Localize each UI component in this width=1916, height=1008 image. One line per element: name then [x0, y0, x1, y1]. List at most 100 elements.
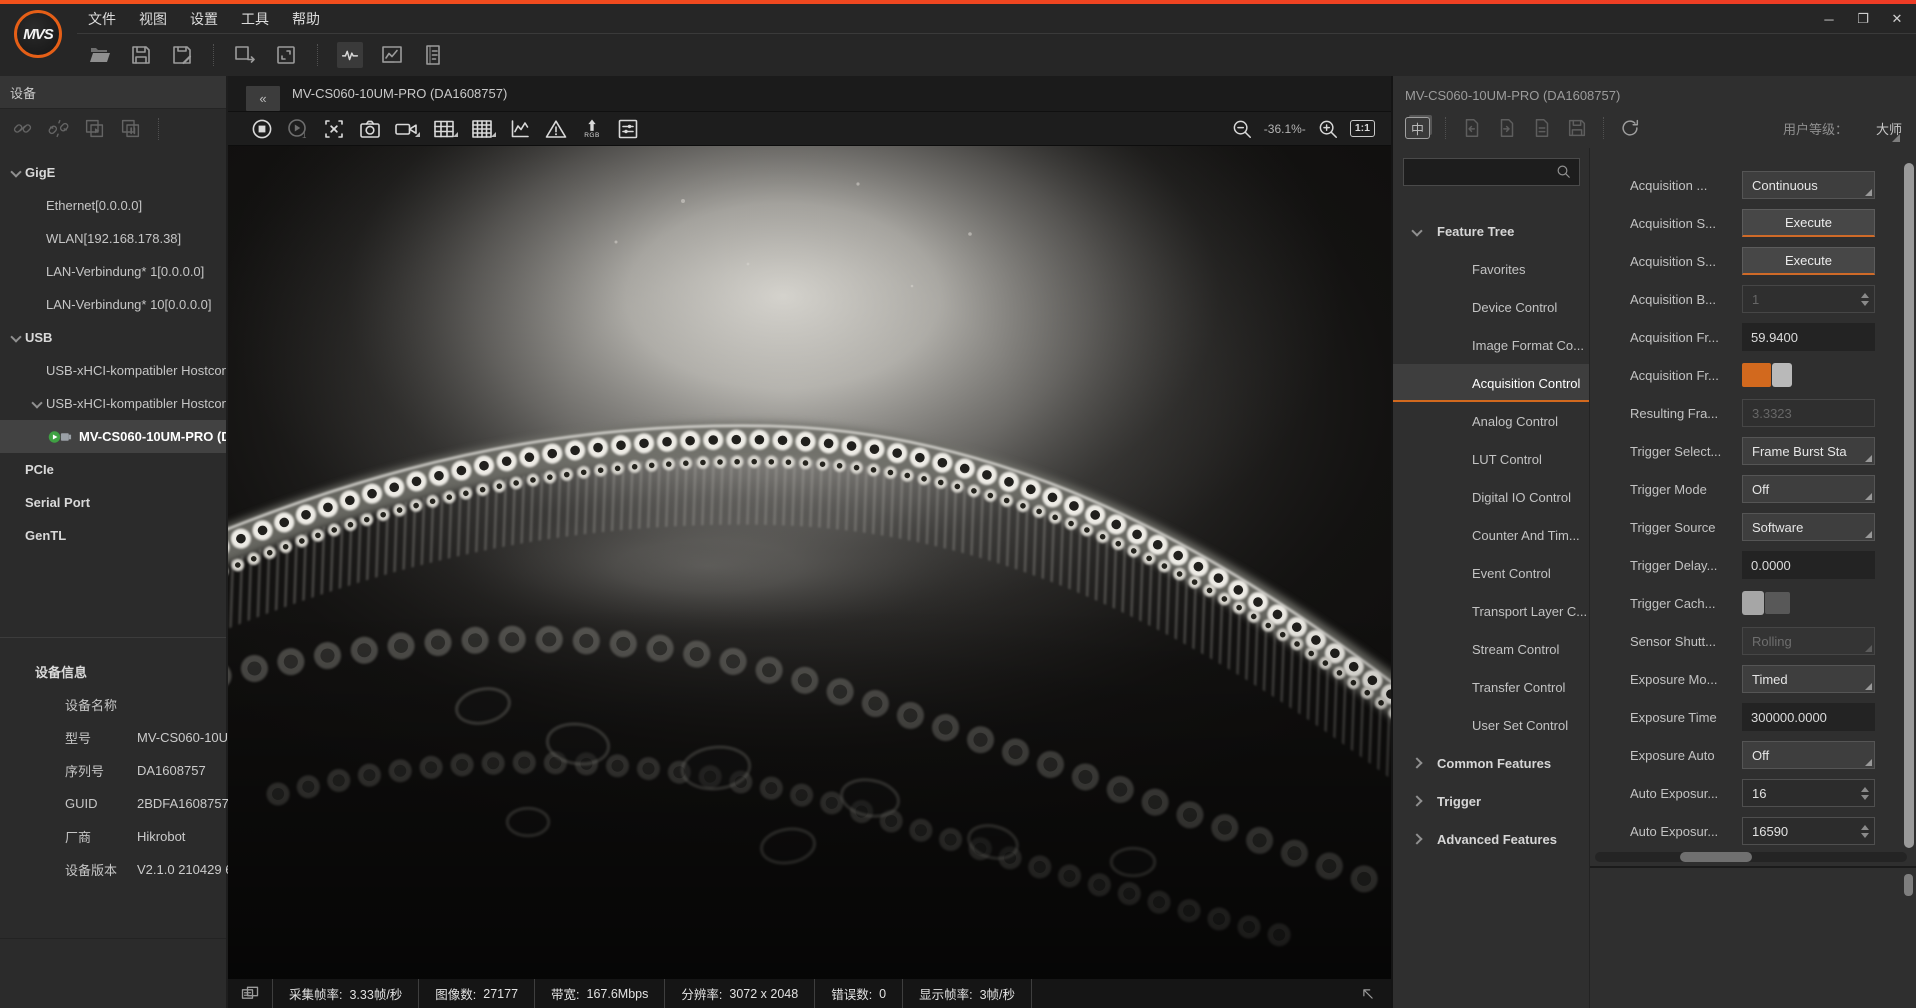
zoom-out-icon[interactable]	[1231, 118, 1253, 140]
feature-tree-row[interactable]: Stream Control	[1393, 630, 1589, 668]
start-all-acquisition-icon[interactable]	[84, 118, 105, 139]
close-button[interactable]: ✕	[1880, 4, 1914, 34]
device-tree-row[interactable]: GigE	[0, 156, 226, 189]
feature-tree-row[interactable]: Counter And Tim...	[1393, 516, 1589, 554]
collapse-sidebar-button[interactable]: «	[246, 86, 280, 111]
chevron-icon[interactable]	[10, 332, 25, 343]
histogram-button[interactable]	[508, 117, 532, 141]
restore-button[interactable]: ❐	[1846, 4, 1880, 34]
feature-tree-row[interactable]: Favorites	[1393, 250, 1589, 288]
start-once-button[interactable]: 1	[286, 117, 310, 141]
grid-overlay-button[interactable]	[432, 117, 458, 141]
property-select[interactable]: Frame Burst Sta	[1742, 437, 1875, 465]
crosshair-grid-button[interactable]	[470, 117, 496, 141]
description-scrollbar[interactable]	[1904, 874, 1913, 896]
rgb-histogram-button[interactable]: RGB	[580, 118, 604, 140]
device-tree-row[interactable]: USB-xHCI-kompatibler Hostcont...	[0, 387, 226, 420]
property-toggle[interactable]	[1742, 591, 1794, 615]
device-info-header[interactable]: 设备信息	[0, 655, 226, 688]
chevron-icon[interactable]	[10, 530, 25, 541]
property-toggle[interactable]	[1742, 363, 1794, 387]
menu-item[interactable]: 文件	[88, 9, 116, 29]
device-tree-row[interactable]: USB	[0, 321, 226, 354]
spinner-arrows[interactable]	[1861, 818, 1869, 844]
actual-size-button[interactable]: 1:1	[1350, 120, 1375, 138]
chevron-icon[interactable]	[10, 167, 25, 178]
chevron-icon[interactable]	[1446, 568, 1472, 579]
property-select[interactable]: Off	[1742, 475, 1875, 503]
language-toggle-icon[interactable]: 中	[1405, 117, 1430, 139]
chevron-icon[interactable]	[1446, 340, 1472, 351]
property-input[interactable]: 0.0000	[1742, 551, 1875, 579]
device-tree-row[interactable]: Serial Port	[0, 486, 226, 519]
save-icon[interactable]	[129, 43, 153, 67]
horizontal-scrollbar[interactable]	[1595, 852, 1907, 862]
save-as-icon[interactable]	[170, 43, 194, 67]
window-layout-icon[interactable]	[274, 43, 298, 67]
vertical-scrollbar[interactable]	[1904, 163, 1914, 848]
image-viewport[interactable]	[228, 146, 1391, 978]
feature-tree-row[interactable]: LUT Control	[1393, 440, 1589, 478]
chevron-icon[interactable]	[31, 398, 46, 409]
property-input[interactable]: 3.3323	[1742, 399, 1875, 427]
chevron-icon[interactable]	[31, 266, 46, 277]
chevron-icon[interactable]	[1446, 606, 1472, 617]
chevron-icon[interactable]	[31, 299, 46, 310]
chevron-icon[interactable]	[31, 365, 46, 376]
menu-item[interactable]: 视图	[139, 9, 167, 29]
chevron-icon[interactable]	[1446, 644, 1472, 655]
property-spinner[interactable]: 1	[1742, 285, 1875, 313]
device-tree-row[interactable]: GenTL	[0, 519, 226, 552]
feature-tree-row[interactable]: Device Control	[1393, 288, 1589, 326]
export-window-icon[interactable]	[233, 43, 257, 67]
minimize-button[interactable]: ─	[1812, 4, 1846, 34]
refresh-icon[interactable]	[1619, 117, 1641, 139]
property-select[interactable]: Continuous	[1742, 171, 1875, 199]
feature-tree-row[interactable]: Image Format Co...	[1393, 326, 1589, 364]
feature-document-icon[interactable]	[1531, 117, 1553, 139]
feature-tree-row[interactable]: Transport Layer C...	[1393, 592, 1589, 630]
feature-tree-row[interactable]: Common Features	[1393, 744, 1589, 782]
chevron-icon[interactable]	[1446, 492, 1472, 503]
chevron-icon[interactable]	[10, 497, 25, 508]
feature-tree-row[interactable]: Digital IO Control	[1393, 478, 1589, 516]
chevron-icon[interactable]	[1446, 416, 1472, 427]
chevron-icon[interactable]	[10, 464, 25, 475]
chevron-icon[interactable]	[31, 233, 46, 244]
open-image-icon[interactable]	[88, 43, 112, 67]
chevron-icon[interactable]	[1446, 378, 1472, 389]
log-document-icon[interactable]	[421, 43, 445, 67]
chevron-icon[interactable]	[1411, 834, 1437, 845]
feature-search-input[interactable]	[1403, 158, 1580, 186]
import-config-icon[interactable]	[1461, 117, 1483, 139]
view-tab-title[interactable]: MV-CS060-10UM-PRO (DA1608757)	[292, 86, 507, 101]
connect-device-icon[interactable]	[12, 118, 33, 139]
device-tree-row[interactable]: LAN-Verbindung* 1[0.0.0.0]	[0, 255, 226, 288]
device-tree-row[interactable]: MV-CS060-10UM-PRO (D...	[0, 420, 226, 453]
device-tree-row[interactable]: LAN-Verbindung* 10[0.0.0.0]	[0, 288, 226, 321]
save-config-icon[interactable]	[1566, 117, 1588, 139]
property-spinner[interactable]: 16	[1742, 779, 1875, 807]
chevron-icon[interactable]	[1411, 758, 1437, 769]
property-input[interactable]: 59.9400	[1742, 323, 1875, 351]
property-spinner[interactable]: 16590	[1742, 817, 1875, 845]
snapshot-button[interactable]	[358, 117, 382, 141]
zoom-in-icon[interactable]	[1317, 118, 1339, 140]
chevron-icon[interactable]	[1446, 264, 1472, 275]
export-config-icon[interactable]	[1496, 117, 1518, 139]
chevron-icon[interactable]	[31, 200, 46, 211]
feature-tree-row[interactable]: Acquisition Control	[1393, 364, 1589, 402]
image-statistics-icon[interactable]	[380, 43, 404, 67]
chevron-icon[interactable]	[1411, 796, 1437, 807]
pause-all-acquisition-icon[interactable]	[120, 118, 141, 139]
warning-info-button[interactable]	[544, 117, 568, 141]
menu-item[interactable]: 设置	[190, 9, 218, 29]
execute-button[interactable]: Execute	[1742, 247, 1875, 275]
feature-tree-row[interactable]: Event Control	[1393, 554, 1589, 592]
feature-tree-row[interactable]: User Set Control	[1393, 706, 1589, 744]
chevron-icon[interactable]	[1446, 454, 1472, 465]
feature-tree-row[interactable]: Transfer Control	[1393, 668, 1589, 706]
property-input[interactable]: 300000.0000	[1742, 703, 1875, 731]
display-layout-icon[interactable]	[240, 984, 260, 1004]
feature-tree-row[interactable]: Analog Control	[1393, 402, 1589, 440]
